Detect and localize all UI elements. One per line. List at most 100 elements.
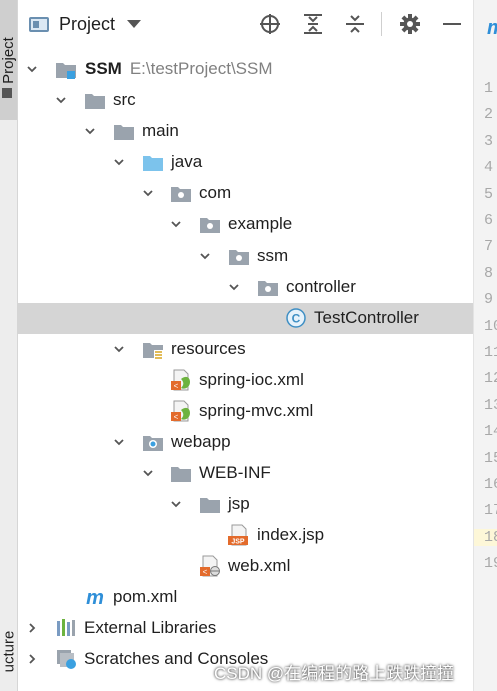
- chevron-down-icon: [114, 439, 124, 446]
- package-icon: [258, 281, 278, 296]
- tree-node-label: pom.xml: [113, 587, 178, 606]
- collapse-all-button[interactable]: [343, 12, 367, 36]
- chevron-right-icon: [29, 654, 36, 664]
- line-number: 5: [484, 185, 494, 203]
- tree-node-web-xml[interactable]: < web.xml: [17, 551, 473, 582]
- maven-icon: m: [86, 587, 104, 608]
- tree-node-label: com: [199, 183, 232, 202]
- tree-node-label: spring-mvc.xml: [199, 401, 314, 420]
- svg-text:<: <: [174, 382, 179, 391]
- chevron-down-icon[interactable]: [127, 20, 142, 28]
- spring-xml-icon: <: [171, 400, 190, 422]
- package-icon: [229, 250, 249, 265]
- tree-node-label: ssm: [257, 246, 289, 265]
- tree-node-ssm[interactable]: SSM E:\testProject\SSM: [17, 54, 473, 85]
- chevron-down-icon: [85, 128, 95, 135]
- line-number: 17: [484, 502, 497, 520]
- chevron-down-icon: [171, 501, 181, 508]
- tree-node-label: External Libraries: [84, 618, 217, 637]
- line-number: 15: [484, 449, 497, 467]
- folder-icon: [200, 498, 220, 513]
- package-icon: [171, 187, 191, 202]
- tree-node-label: jsp: [228, 494, 250, 513]
- tree-node-controller[interactable]: controller: [17, 272, 473, 303]
- tree-node-spring-ioc[interactable]: < spring-ioc.xml: [17, 365, 473, 396]
- tree-node-label: controller: [286, 277, 356, 296]
- tree-node-pom[interactable]: m pom.xml: [17, 582, 473, 613]
- project-view-selector[interactable]: Project: [29, 13, 142, 35]
- svg-text:m: m: [86, 587, 104, 608]
- folder-icon: [114, 125, 134, 140]
- folder-icon: [171, 467, 191, 482]
- line-number: 19: [484, 555, 497, 573]
- minus-icon: [443, 23, 461, 25]
- expand-all-button[interactable]: [301, 12, 325, 36]
- line-number: 11: [484, 344, 497, 361]
- web-folder-icon: [143, 436, 163, 451]
- line-number: 3: [484, 132, 494, 150]
- tree-node-jsp-folder[interactable]: jsp: [17, 489, 473, 520]
- tree-node-external-libraries[interactable]: External Libraries: [17, 613, 473, 644]
- chevron-right-icon: [29, 623, 36, 633]
- chevron-down-icon: [171, 221, 181, 228]
- resources-folder-icon: [143, 343, 163, 359]
- tree-node-resources[interactable]: resources: [17, 334, 473, 365]
- tree-node-src[interactable]: src: [17, 85, 473, 116]
- tree-node-label: TestController: [314, 308, 419, 327]
- package-icon: [200, 218, 220, 233]
- tree-node-label: java: [171, 152, 203, 171]
- tree-node-label: WEB-INF: [199, 463, 271, 482]
- tree-node-ssm-package[interactable]: ssm: [17, 241, 473, 272]
- chevron-down-icon: [229, 284, 239, 291]
- svg-text:<: <: [203, 568, 208, 577]
- chevron-down-icon: [56, 97, 66, 104]
- line-number: 7: [484, 238, 494, 256]
- tool-window-strip: Project ucture: [0, 0, 18, 691]
- expand-all-icon: [304, 14, 322, 34]
- settings-button[interactable]: [398, 12, 422, 36]
- spring-xml-icon: <: [171, 369, 190, 391]
- tree-node-java[interactable]: java: [17, 147, 473, 178]
- tree-node-web-inf[interactable]: WEB-INF: [17, 458, 473, 489]
- folder-icon: [85, 94, 105, 109]
- project-view-title: Project: [59, 13, 116, 34]
- line-number: 13: [484, 396, 497, 414]
- line-number: 6: [484, 212, 494, 229]
- locate-file-button[interactable]: [258, 12, 282, 36]
- gear-icon: [400, 14, 420, 34]
- chevron-down-icon: [143, 470, 153, 477]
- tree-node-label: resources: [171, 339, 246, 358]
- module-folder-icon: [56, 63, 76, 79]
- project-tab-icon: [2, 88, 12, 98]
- svg-text:JSP: JSP: [231, 539, 245, 546]
- project-tool-tab-label: Project: [0, 36, 17, 84]
- chevron-down-icon: [114, 159, 124, 166]
- scratches-icon: [57, 650, 76, 669]
- root-module-path: E:\testProject\SSM: [129, 59, 273, 78]
- tree-node-example[interactable]: example: [17, 209, 473, 240]
- tree-node-test-controller[interactable]: C TestController: [17, 303, 473, 334]
- tree-node-label: main: [142, 121, 179, 140]
- tree-node-spring-mvc[interactable]: < spring-mvc.xml: [17, 396, 473, 427]
- tree-node-com[interactable]: com: [17, 178, 473, 209]
- tree-node-main[interactable]: main: [17, 116, 473, 147]
- line-number: 12: [484, 370, 497, 388]
- svg-text:<: <: [174, 413, 179, 422]
- web-xml-icon: <: [200, 555, 220, 577]
- watermark-text: CSDN @在编程的路上跌跌撞撞: [214, 664, 455, 683]
- collapse-all-icon: [346, 15, 364, 33]
- hide-panel-button[interactable]: [440, 12, 464, 36]
- line-number: 2: [484, 106, 494, 124]
- chevron-down-icon: [200, 253, 210, 260]
- maven-file-icon[interactable]: m: [487, 17, 497, 40]
- project-tool-tab[interactable]: Project: [0, 0, 17, 120]
- structure-tool-tab[interactable]: ucture: [0, 612, 17, 691]
- structure-tool-tab-label: ucture: [0, 630, 17, 673]
- line-number: 16: [484, 476, 497, 493]
- tree-node-label: index.jsp: [257, 525, 325, 544]
- jsp-file-icon: JSP: [228, 524, 248, 546]
- root-module-name: SSM: [85, 59, 122, 78]
- tree-node-index-jsp[interactable]: JSP index.jsp: [17, 520, 473, 551]
- tree-node-label: SSM E:\testProject\SSM: [85, 59, 273, 79]
- tree-node-webapp[interactable]: webapp: [17, 427, 473, 458]
